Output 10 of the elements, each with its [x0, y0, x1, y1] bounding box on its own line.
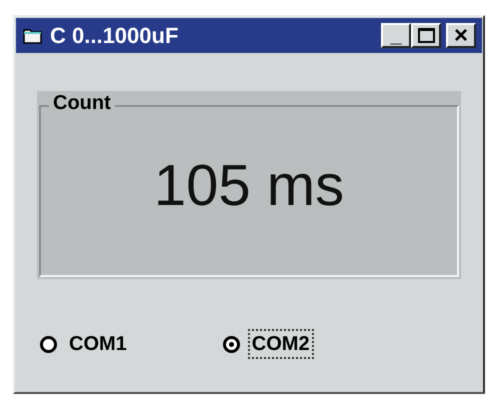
- radio-button[interactable]: [222, 336, 240, 352]
- maximize-button[interactable]: [411, 23, 441, 48]
- radio-button[interactable]: [40, 336, 57, 352]
- radio-label[interactable]: COM2: [248, 329, 314, 359]
- minimize-button[interactable]: _: [381, 23, 411, 48]
- window-icon: [22, 26, 44, 44]
- close-button[interactable]: ×: [446, 23, 476, 48]
- count-value: 105 ms: [154, 157, 344, 215]
- radio-label[interactable]: COM1: [65, 329, 131, 359]
- window-title: C 0...1000uF: [50, 24, 178, 46]
